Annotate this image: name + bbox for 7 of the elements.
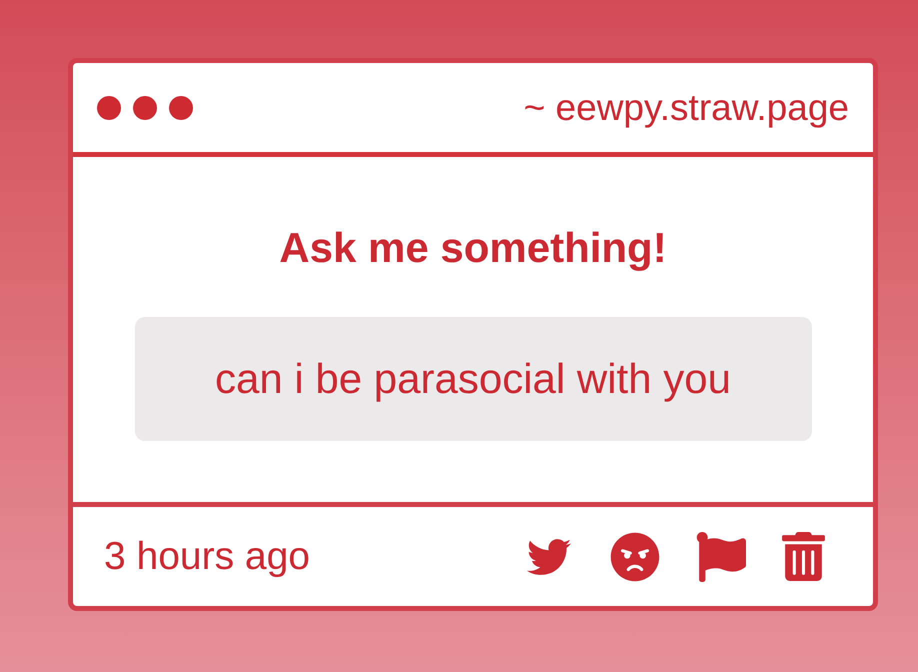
timestamp: 3 hours ago — [104, 537, 310, 576]
trash-icon[interactable] — [782, 532, 825, 581]
angry-face-icon[interactable] — [610, 532, 660, 582]
question-text: can i be parasocial with you — [215, 358, 731, 400]
page-address: ~ eewpy.straw.page — [524, 89, 849, 126]
prompt-title: Ask me something! — [279, 227, 667, 269]
flag-icon[interactable] — [696, 532, 746, 582]
